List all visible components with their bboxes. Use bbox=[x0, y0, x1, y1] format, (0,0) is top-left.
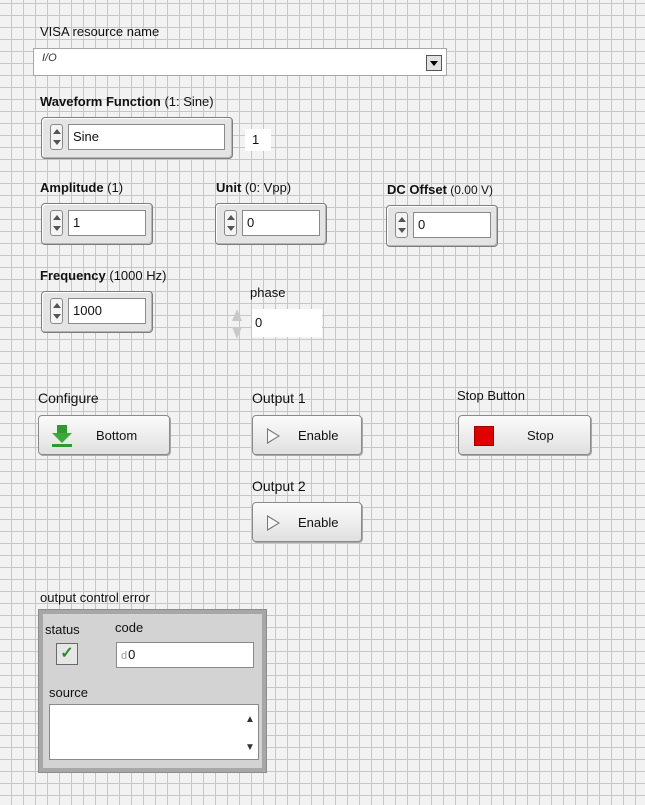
configure-button-label: Bottom bbox=[96, 428, 138, 443]
configure-label: Configure bbox=[38, 390, 99, 406]
output2-label: Output 2 bbox=[252, 478, 306, 494]
status-check-icon: ✓ bbox=[56, 643, 78, 665]
dc-offset-field[interactable]: 0 bbox=[413, 212, 491, 238]
source-textbox: ▲ ▼ bbox=[49, 704, 259, 760]
unit-field[interactable]: 0 bbox=[242, 210, 320, 236]
error-cluster: status code ✓ d0 source ▲ ▼ bbox=[38, 609, 267, 773]
frequency-label: Frequency (1000 Hz) bbox=[40, 268, 167, 283]
scroll-down-icon[interactable]: ▼ bbox=[245, 743, 255, 753]
unit-label: Unit (0: Vpp) bbox=[216, 180, 292, 195]
visa-label: VISA resource name bbox=[40, 24, 160, 39]
amplitude-field[interactable]: 1 bbox=[68, 210, 146, 236]
waveform-label: Waveform Function (1: Sine) bbox=[40, 94, 214, 109]
code-value: 0 bbox=[128, 647, 136, 662]
waveform-field[interactable]: Sine bbox=[68, 124, 225, 150]
unit-control[interactable]: 0 bbox=[215, 203, 327, 245]
output2-enable-button[interactable]: Enable bbox=[252, 502, 362, 542]
code-field: d0 bbox=[116, 642, 254, 668]
output2-button-label: Enable bbox=[298, 515, 339, 530]
radix-indicator: d bbox=[121, 650, 128, 662]
output1-button-label: Enable bbox=[298, 428, 339, 443]
dc-offset-control[interactable]: 0 bbox=[386, 205, 498, 247]
status-label: status bbox=[45, 622, 80, 637]
waveform-spinner-icon[interactable] bbox=[50, 124, 63, 150]
source-label: source bbox=[49, 685, 89, 700]
unit-spinner-icon[interactable] bbox=[224, 210, 237, 236]
phase-label: phase bbox=[250, 285, 286, 300]
code-label: code bbox=[115, 620, 144, 635]
stop-button-label: Stop bbox=[527, 428, 554, 443]
error-cluster-label: output control error bbox=[40, 590, 150, 605]
dc-offset-label: DC Offset (0.00 V) bbox=[387, 182, 493, 197]
configure-button[interactable]: Bottom bbox=[38, 415, 170, 455]
amplitude-control[interactable]: 1 bbox=[41, 203, 153, 245]
amplitude-label: Amplitude (1) bbox=[40, 180, 124, 195]
stop-label: Stop Button bbox=[457, 388, 525, 403]
download-arrow-icon bbox=[52, 425, 72, 447]
io-icon: I/O bbox=[42, 52, 57, 64]
visa-resource-combo[interactable]: I/O bbox=[33, 48, 447, 76]
source-scrollbar[interactable]: ▲ ▼ bbox=[240, 705, 258, 759]
output1-enable-button[interactable]: Enable bbox=[252, 415, 362, 455]
frequency-field[interactable]: 1000 bbox=[68, 298, 146, 324]
stop-square-icon bbox=[474, 426, 494, 446]
waveform-ring-control[interactable]: Sine bbox=[41, 117, 233, 159]
stop-button[interactable]: Stop bbox=[458, 415, 591, 455]
frequency-spinner-icon[interactable] bbox=[50, 298, 63, 324]
frequency-control[interactable]: 1000 bbox=[41, 291, 153, 333]
play-icon bbox=[267, 428, 280, 444]
phase-field[interactable]: 0 bbox=[252, 309, 322, 337]
dc-offset-spinner-icon[interactable] bbox=[395, 212, 408, 238]
play-icon bbox=[267, 515, 280, 531]
amplitude-spinner-icon[interactable] bbox=[50, 210, 63, 236]
output1-label: Output 1 bbox=[252, 390, 306, 406]
dropdown-arrow-icon[interactable] bbox=[426, 55, 442, 71]
scroll-up-icon[interactable]: ▲ bbox=[245, 715, 255, 725]
waveform-index: 1 bbox=[245, 129, 271, 151]
phase-spinner-icon[interactable] bbox=[230, 306, 244, 342]
